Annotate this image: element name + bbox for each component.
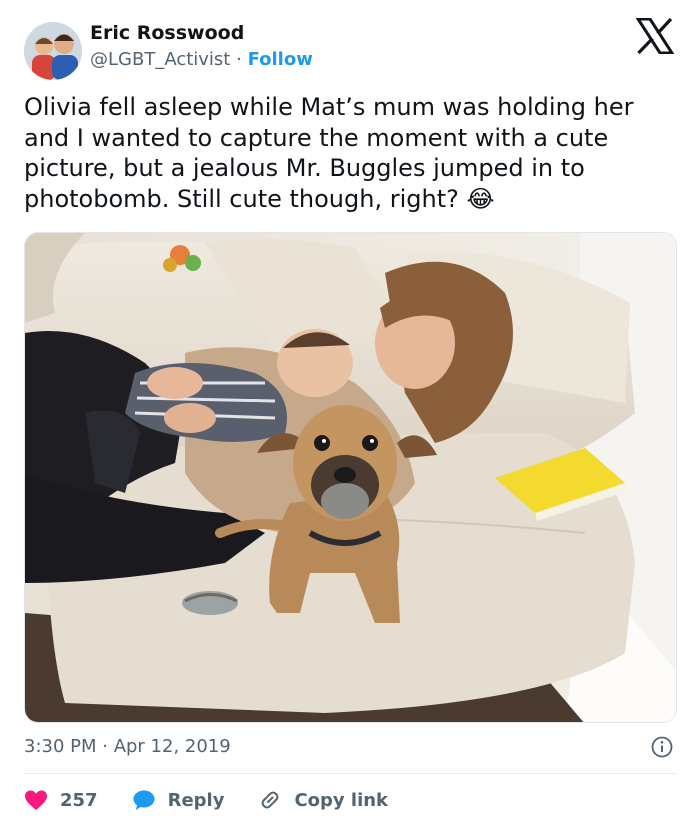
like-count: 257: [60, 789, 98, 811]
tweet-photo[interactable]: [24, 232, 677, 723]
link-icon: [261, 791, 279, 809]
tweet-text: Olivia fell asleep while Mat’s mum was h…: [24, 93, 634, 213]
divider: [24, 773, 677, 774]
copy-link-button[interactable]: Copy link: [258, 789, 388, 811]
like-button[interactable]: 257: [24, 789, 98, 811]
copy-link-label: Copy link: [294, 789, 389, 811]
reply-label: Reply: [167, 789, 225, 811]
reply-button[interactable]: Reply: [132, 789, 225, 811]
tweet-timestamp[interactable]: 3:30 PM · Apr 12, 2019: [24, 736, 231, 757]
author-handle-line: @LGBT_Activist · Follow: [90, 49, 313, 70]
handle-separator: ·: [236, 49, 242, 70]
follow-button[interactable]: Follow: [248, 49, 313, 70]
info-icon[interactable]: [651, 736, 673, 758]
heart-icon: [25, 790, 47, 810]
author-name[interactable]: Eric Rosswood: [90, 22, 244, 44]
reply-bubble-icon: [133, 790, 155, 810]
x-logo-icon[interactable]: [635, 17, 675, 55]
author-avatar[interactable]: [24, 22, 82, 80]
action-bar: 257 Reply Copy link: [24, 786, 422, 814]
author-handle[interactable]: @LGBT_Activist: [90, 49, 230, 70]
